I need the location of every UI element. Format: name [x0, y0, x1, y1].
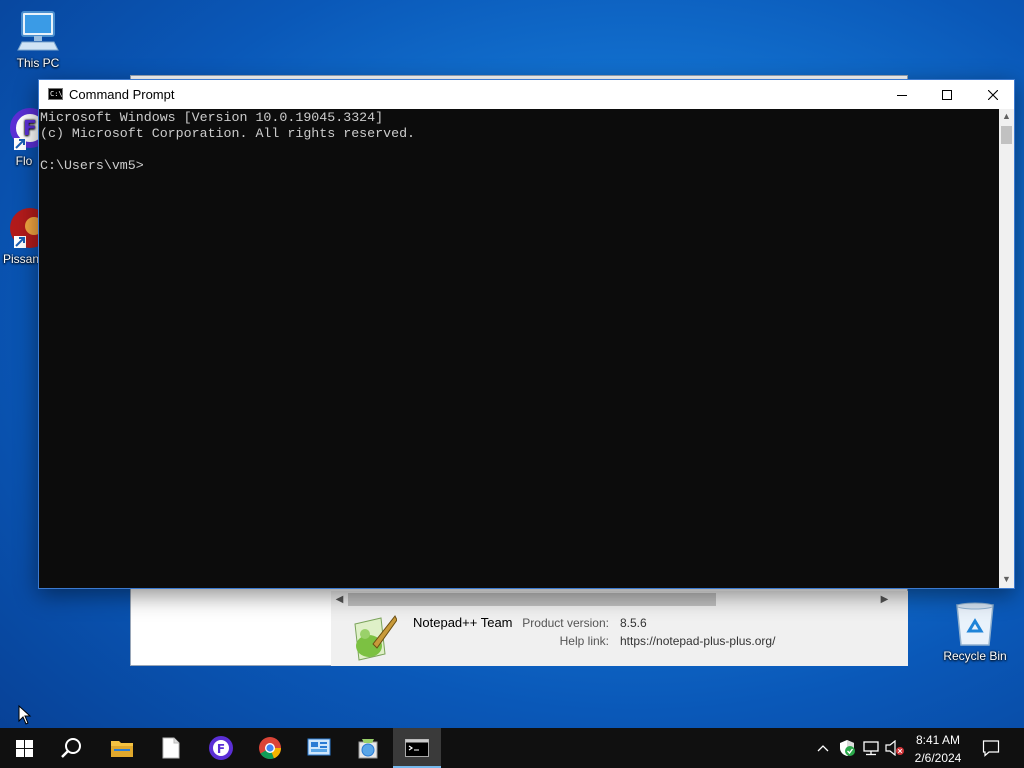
mouse-cursor-icon: [18, 705, 32, 725]
taskbar-command-prompt[interactable]: [393, 728, 441, 768]
close-icon: [988, 89, 998, 100]
svg-text:F: F: [217, 742, 225, 756]
volume-muted-icon: [885, 740, 904, 756]
maximize-icon: [942, 89, 952, 100]
taskbar-control-panel[interactable]: [295, 728, 343, 768]
title-bar[interactable]: C:\ Command Prompt: [39, 80, 1014, 109]
show-hidden-icons-button[interactable]: [812, 728, 834, 768]
notepad-plus-plus-logo-icon: [354, 615, 397, 661]
volume-tray-button[interactable]: [884, 728, 906, 768]
scroll-down-icon[interactable]: ▼: [999, 572, 1014, 587]
console-prompt[interactable]: C:\Users\vm5>: [40, 158, 998, 174]
chevron-up-icon: [817, 745, 829, 752]
help-link[interactable]: https://notepad-plus-plus.org/: [620, 634, 775, 648]
product-version-value: 8.5.6: [620, 616, 647, 630]
console-line: Microsoft Windows [Version 10.0.19045.33…: [40, 110, 384, 125]
scroll-right-icon[interactable]: ▶: [876, 592, 893, 607]
console-line: (c) Microsoft Corporation. All rights re…: [40, 126, 416, 141]
taskbar-notepad[interactable]: [147, 728, 195, 768]
horizontal-scrollbar[interactable]: ◀ ▶: [331, 591, 893, 608]
taskbar-chrome[interactable]: [246, 728, 294, 768]
clock[interactable]: 8:41 AM 2/6/2024: [905, 731, 971, 767]
flo-app-icon: F: [209, 736, 233, 760]
taskbar-flo-app[interactable]: F: [197, 728, 245, 768]
help-link-label: Help link:: [559, 634, 609, 648]
maximize-button[interactable]: [924, 80, 970, 109]
desktop-icon-label: Recycle Bin: [943, 649, 1007, 663]
security-tray-button[interactable]: [836, 728, 858, 768]
taskbar-file-explorer[interactable]: [98, 728, 146, 768]
desktop-icon-this-pc[interactable]: This PC: [0, 10, 76, 70]
control-panel-icon: [307, 738, 331, 756]
notification-icon: [982, 740, 1000, 757]
product-version-label: Product version:: [522, 616, 609, 630]
clock-time: 8:41 AM: [915, 733, 961, 747]
console-output[interactable]: Microsoft Windows [Version 10.0.19045.33…: [39, 109, 998, 588]
recycle-bin-icon: [956, 602, 994, 646]
close-button[interactable]: [970, 80, 1016, 109]
shield-check-icon: [840, 740, 855, 756]
search-button[interactable]: [48, 728, 96, 768]
window-title: Command Prompt: [69, 87, 175, 102]
clock-date: 2/6/2024: [914, 751, 962, 765]
network-tray-button[interactable]: [860, 728, 882, 768]
chrome-icon: [259, 737, 282, 760]
network-icon: [863, 741, 879, 756]
cmd-icon: C:\: [48, 88, 63, 100]
command-prompt-icon: [405, 739, 429, 757]
scroll-thumb[interactable]: [1001, 126, 1012, 144]
this-pc-icon: [17, 11, 59, 51]
scroll-thumb[interactable]: [348, 593, 716, 606]
svg-text:F: F: [23, 116, 37, 140]
vertical-scrollbar[interactable]: ▲ ▼: [999, 109, 1014, 588]
taskbar-image-viewer[interactable]: [344, 728, 392, 768]
taskbar: F 8:41 AM 2/6/2024: [0, 728, 1024, 768]
scroll-left-icon[interactable]: ◀: [331, 592, 348, 607]
desktop-icon-label: This PC: [16, 56, 60, 70]
start-button[interactable]: [0, 728, 48, 768]
scroll-up-icon[interactable]: ▲: [999, 109, 1014, 124]
document-icon: [162, 737, 180, 759]
notifications-button[interactable]: [976, 728, 1006, 768]
minimize-icon: [897, 94, 907, 96]
desktop-icon-recycle-bin[interactable]: Recycle Bin: [937, 601, 1013, 663]
search-icon: [61, 738, 81, 758]
windows-logo-icon: [15, 739, 33, 757]
minimize-button[interactable]: [879, 80, 925, 109]
image-viewer-icon: [358, 739, 378, 759]
command-prompt-window[interactable]: C:\ Command Prompt Microsoft Windows [Ve…: [38, 79, 1015, 589]
folder-icon: [111, 741, 133, 757]
